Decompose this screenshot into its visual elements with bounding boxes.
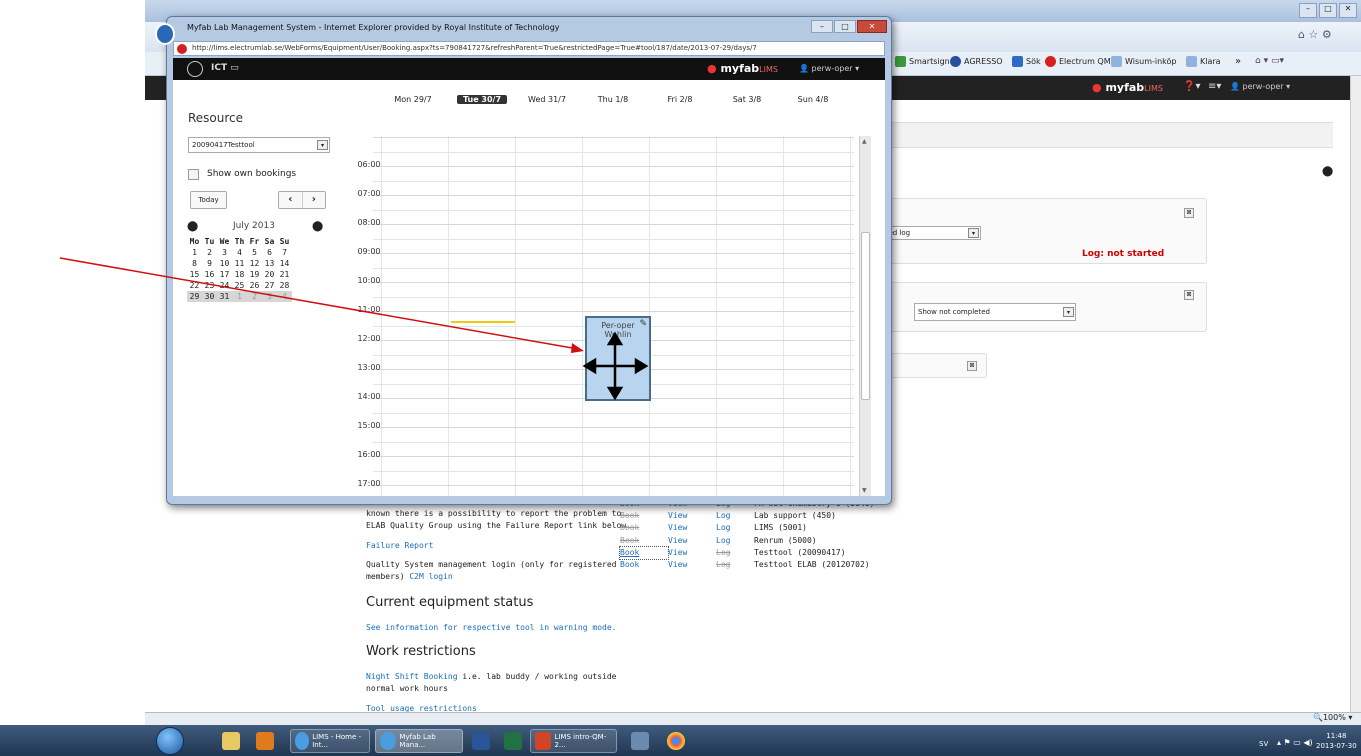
annotation-arrow-head (571, 343, 584, 353)
annotation-arrow-line (59, 257, 579, 350)
move-cursor-icon (582, 331, 649, 401)
annotation-overlay (59, 257, 649, 401)
